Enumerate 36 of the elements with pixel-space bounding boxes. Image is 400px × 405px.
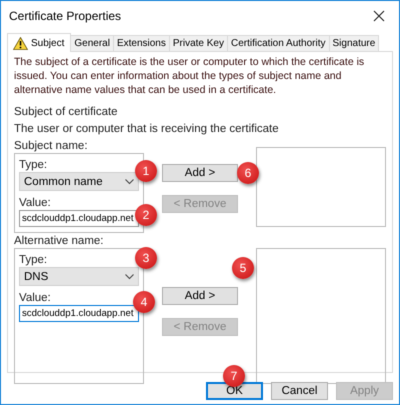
add-button[interactable]: Add > (162, 287, 238, 305)
number-badge: 5 (232, 257, 254, 279)
section-subtitle: The user or computer that is receiving the certificate (14, 122, 280, 136)
number-badge: 6 (236, 162, 259, 184)
dialog-button[interactable]: OK (206, 382, 263, 400)
chevron-icon (124, 178, 134, 184)
warning-icon (13, 36, 28, 50)
type-dropdown[interactable]: Common name (19, 172, 139, 191)
tab[interactable]: Private Key (168, 35, 228, 51)
number-badge: 3 (134, 247, 157, 269)
tab[interactable]: General (70, 35, 114, 51)
tab[interactable]: Signature (328, 35, 380, 51)
tab[interactable]: Extensions (112, 35, 170, 51)
description-text: The subject of a certificate is the user or computer to which the certificate is issued. You can enter information about the types of subject name and alternative name values that can be used in a certificate. (14, 55, 366, 97)
add-button[interactable]: Add > (162, 164, 238, 182)
group-label: Subject name: (14, 139, 89, 153)
number-badge: 1 (134, 160, 157, 182)
value-input[interactable]: scdclouddp1.cloudapp.net (19, 210, 139, 227)
value-input[interactable]: scdclouddp1.cloudapp.net (19, 305, 139, 322)
number-badge: 2 (134, 204, 157, 226)
window-title: Certificate Properties (9, 9, 122, 23)
tab[interactable]: Certification Authority (227, 35, 330, 51)
close-icon[interactable] (373, 10, 385, 22)
tab[interactable]: Subject (7, 33, 72, 52)
number-badge: 4 (132, 291, 155, 313)
number-badge: 7 (223, 365, 245, 387)
field-label: Value: (19, 196, 52, 210)
name-list[interactable] (256, 147, 386, 227)
field-label: Type: (19, 158, 48, 172)
dialog-button[interactable]: Cancel (271, 382, 328, 400)
group-label: Alternative name: (14, 234, 104, 248)
field-label: Type: (19, 253, 48, 267)
chevron-icon (124, 274, 134, 280)
section-title: Subject of certificate (14, 105, 119, 119)
field-label: Value: (19, 291, 52, 305)
type-dropdown[interactable]: DNS (19, 267, 139, 286)
